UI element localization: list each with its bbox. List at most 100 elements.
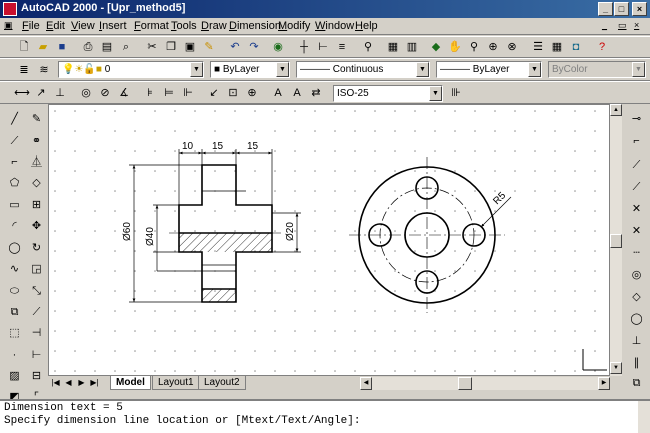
radius-dimension-icon[interactable]: ◎ [78,85,94,101]
open-icon[interactable]: ▰ [35,39,51,55]
scroll-down-icon[interactable]: ▼ [610,362,622,374]
save-icon[interactable]: ■ [54,39,70,55]
command-prompt-line[interactable]: Specify dimension line location or [Mtex… [4,415,646,428]
hatch-icon[interactable]: ▨ [5,367,24,386]
3d-orbit-icon[interactable]: ◆ [428,39,444,55]
offset-icon[interactable]: ◇ [27,174,46,193]
linear-dimension-icon[interactable]: ⟷ [14,85,30,101]
stretch-icon[interactable]: ⤡ [27,282,46,301]
snap-from-icon[interactable]: ⌐ [627,132,646,151]
properties-icon[interactable]: ☰ [530,39,546,55]
erase-icon[interactable]: ✎ [27,110,46,129]
break-icon[interactable]: ⊟ [27,367,46,386]
chevron-down-icon[interactable]: ▼ [429,86,442,101]
hyperlink-icon[interactable]: ◉ [270,39,286,55]
scroll-left-icon[interactable]: ◀ [360,377,372,390]
polyline-icon[interactable]: ⌐ [5,153,24,172]
zoom-window-icon[interactable]: ⊕ [485,39,501,55]
redraw-icon[interactable]: ▦ [385,39,401,55]
extend-icon[interactable]: ⊢ [27,346,46,365]
command-scrollbar[interactable] [638,401,650,433]
doc-close-icon[interactable]: × [634,20,639,30]
distance-icon[interactable]: ⚲ [360,39,376,55]
copy-icon[interactable]: ❐ [163,39,179,55]
chevron-down-icon[interactable]: ▼ [416,62,429,77]
dim-10[interactable]: 10 [182,141,194,152]
menu-dimension[interactable]: Dimension [229,20,281,32]
lineweight-select[interactable]: ——— ByLayer ▼ [436,61,542,78]
arc-icon[interactable]: ◜ [5,217,24,236]
diameter-dimension-icon[interactable]: ⊘ [97,85,113,101]
leader-icon[interactable]: ↙ [206,85,222,101]
center-mark-icon[interactable]: ⊕ [244,85,260,101]
construction-line-icon[interactable]: ⟋ [5,132,24,151]
menu-tools[interactable]: Tools [171,20,197,32]
menu-insert[interactable]: Insert [99,20,127,32]
next-tab-icon[interactable]: ▶ [76,377,87,389]
menu-file[interactable]: File [22,20,40,32]
zoom-realtime-icon[interactable]: ⚲ [466,39,482,55]
linetype-select[interactable]: ——— Continuous ▼ [296,61,430,78]
menu-format[interactable]: Format [134,20,169,32]
scroll-up-icon[interactable]: ▲ [610,104,622,116]
dim-dia60[interactable]: Ø60 [122,222,133,241]
array-icon[interactable]: ⊞ [27,196,46,215]
menu-view[interactable]: View [71,20,95,32]
tab-model[interactable]: Model [110,376,151,390]
tolerance-icon[interactable]: ⊡ [225,85,241,101]
horizontal-scroll-thumb[interactable] [458,377,472,390]
snap-extension-icon[interactable]: ┄ [627,244,646,263]
help-icon[interactable]: ? [594,39,610,55]
paste-icon[interactable]: ▣ [182,39,198,55]
new-icon[interactable]: 🗋 [16,39,32,55]
dimension-update-icon[interactable]: ⇄ [308,85,324,101]
prev-tab-icon[interactable]: ◀ [63,377,74,389]
match-properties-icon[interactable]: ✎ [201,39,217,55]
tracking-icon[interactable]: ┼ [296,39,312,55]
chevron-down-icon[interactable]: ▼ [632,62,645,77]
layers-icon[interactable]: ≣ [16,62,32,78]
dim-15b[interactable]: 15 [247,141,259,152]
command-window[interactable]: Dimension text = 5 Specify dimension lin… [0,399,650,433]
baseline-dimension-icon[interactable]: ⊨ [161,85,177,101]
drawing-area[interactable]: 10 15 15 Ø60 Ø40 Ø20 R5 [48,104,610,376]
snap-quadrant-icon[interactable]: ◇ [627,288,646,307]
menu-edit[interactable]: Edit [46,20,65,32]
snap-tangent-icon[interactable]: ◯ [627,310,646,329]
chevron-down-icon[interactable]: ▼ [528,62,541,77]
horizontal-scrollbar[interactable]: ◀ ▶ [360,377,610,390]
dimension-style-select[interactable]: ISO-25 ▼ [333,85,443,102]
menu-help[interactable]: Help [355,20,378,32]
insert-block-icon[interactable]: ⧉ [5,303,24,322]
vertical-scrollbar[interactable]: ▲ ▼ [610,104,622,376]
close-button[interactable]: × [632,2,647,16]
dbconnect-icon[interactable]: ◘ [568,39,584,55]
autocad-app-icon[interactable] [3,2,17,16]
temp-tracking-point-icon[interactable]: ⊸ [627,110,646,129]
undo-icon[interactable]: ↶ [227,39,243,55]
print-icon[interactable]: ⎙ [80,39,96,55]
lengthen-icon[interactable]: ⟋ [27,303,46,322]
rotate-icon[interactable]: ↻ [27,239,46,258]
polygon-icon[interactable]: ⬠ [5,174,24,193]
publish-icon[interactable]: ⌕ [118,39,134,55]
scroll-right-icon[interactable]: ▶ [598,377,610,390]
dimension-text-edit-icon[interactable]: A [289,85,305,101]
tab-layout1[interactable]: Layout1 [152,376,200,390]
menu-draw[interactable]: Draw [201,20,227,32]
doc-restore-icon[interactable]: ▭ [618,20,627,31]
minimize-button[interactable]: _ [598,2,613,16]
cut-icon[interactable]: ✂ [144,39,160,55]
redo-icon[interactable]: ↷ [246,39,262,55]
tab-layout2[interactable]: Layout2 [198,376,246,390]
snap-icon[interactable]: ⊢ [315,39,331,55]
vertical-scroll-thumb[interactable] [610,234,622,248]
design-center-icon[interactable]: ▦ [549,39,565,55]
maximize-button[interactable]: □ [614,2,629,16]
line-icon[interactable]: ╱ [5,110,24,129]
make-object-layer-current-icon[interactable]: ≋ [36,62,52,78]
print-preview-icon[interactable]: ▤ [99,39,115,55]
snap-insert-icon[interactable]: ⧉ [627,374,646,393]
snap-endpoint-icon[interactable]: ⟋ [627,156,646,175]
spline-icon[interactable]: ∿ [5,260,24,279]
